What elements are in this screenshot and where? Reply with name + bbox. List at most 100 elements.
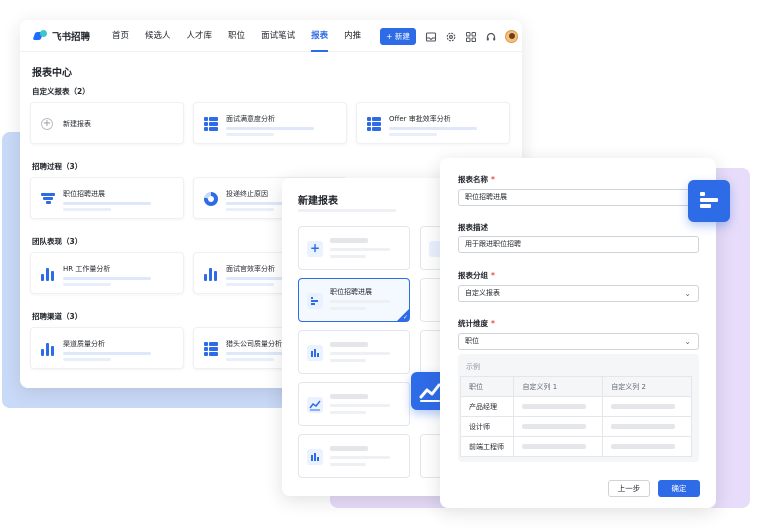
bar-chart-icon [41,267,55,281]
chevron-down-icon: ⌄ [684,289,691,298]
example-label: 示例 [466,363,480,371]
placeholder-line [226,133,274,136]
nav-item-home[interactable]: 首页 [104,20,137,52]
placeholder-line [330,463,366,466]
card-interview-satisfaction[interactable]: 面试满意度分析 [193,102,347,144]
card-channel-quality[interactable]: 渠道质量分析 [30,327,184,369]
placeholder-line [330,255,366,258]
card-title: Offer 审批效率分析 [389,115,451,123]
table-cell: 产品经理 [459,396,515,417]
list-chart-icon [307,293,323,309]
report-desc-input[interactable]: 用于跟进职位招聘 [458,236,699,253]
table-header-row: 职位 自定义列 1 自定义列 2 [459,376,692,397]
card-title: 面试满意度分析 [226,115,275,123]
table-icon [204,117,218,131]
placeholder-line [330,446,368,451]
placeholder-line [63,277,151,280]
table-cell: 前端工程师 [459,436,515,457]
column-header: 职位 [459,376,515,397]
placeholder-line [389,133,437,136]
section-title-channel: 招聘渠道（3） [32,312,83,321]
placeholder-line [330,404,390,407]
previous-step-button[interactable]: 上一步 [608,480,650,497]
report-name-label: 报表名称 * [458,175,495,184]
inbox-icon[interactable] [425,31,437,43]
bar-chart-icon [41,342,55,356]
table-cell-placeholder [602,396,692,417]
table-cell-placeholder [513,416,604,437]
table-cell-placeholder [602,416,692,437]
placeholder-line [330,359,366,362]
placeholder-line [226,283,274,286]
placeholder-line [63,358,111,361]
plus-icon: + [41,118,53,130]
section-title-custom: 自定义报表（2） [32,87,90,96]
card-offer-approval[interactable]: Offer 审批效率分析 [356,102,510,144]
table-cell-placeholder [513,436,604,457]
placeholder-line [330,456,390,459]
main-nav: 首页 候选人 人才库 职位 面试笔试 报表 内推 [104,20,369,52]
table-cell-placeholder [513,396,604,417]
placeholder-line [226,208,274,211]
template-card-job-progress[interactable]: 职位招聘进展 ✓ [298,278,410,322]
line-chart-icon [307,397,323,413]
nav-item-referral[interactable]: 内推 [336,20,369,52]
donut-chart-icon [204,192,218,206]
nav-item-jobs[interactable]: 职位 [220,20,253,52]
section-title-process: 招聘过程（3） [32,162,83,171]
nav-item-interviews[interactable]: 面试笔试 [253,20,303,52]
app-logo-text: 飞书招聘 [52,32,91,43]
report-name-input[interactable]: 职位招聘进展 [458,189,699,206]
new-button[interactable]: + 新建 [380,28,416,45]
nav-item-candidates[interactable]: 候选人 [137,20,179,52]
table-row: 前端工程师 [459,436,692,457]
column-header: 自定义列 2 [602,376,692,397]
placeholder-line [330,248,390,251]
placeholder-line [63,283,111,286]
card-job-progress[interactable]: 职位招聘进展 [30,177,184,219]
table-row: 产品经理 [459,396,692,417]
placeholder-line [226,127,314,130]
placeholder-line [389,127,477,130]
report-group-select[interactable]: 自定义报表 ⌄ [458,285,699,302]
placeholder-line [63,202,151,205]
template-card-bar[interactable] [298,330,410,374]
dimension-label: 统计维度 * [458,319,495,328]
help-headset-icon[interactable] [485,31,497,43]
card-new-report[interactable]: + 新建报表 [30,102,184,144]
new-report-panel: 新建报表 + 职位招聘进展 ✓ [282,178,450,496]
placeholder-line [226,358,274,361]
apps-grid-icon[interactable] [465,31,477,43]
user-avatar[interactable] [505,30,518,43]
confirm-button[interactable]: 确定 [658,480,700,497]
card-title: HR 工作量分析 [63,265,111,273]
card-hr-workload[interactable]: HR 工作量分析 [30,252,184,294]
template-name: 职位招聘进展 [330,288,372,296]
table-cell: 设计师 [459,416,515,437]
report-desc-label: 报表描述 [458,223,488,232]
table-icon [367,117,381,131]
bar-chart-icon [307,449,323,465]
template-card-blank[interactable]: + [298,226,410,270]
bar-chart-icon [307,345,323,361]
nav-item-talent-pool[interactable]: 人才库 [179,20,221,52]
card-title: 猎头公司质量分析 [226,340,282,348]
placeholder-line [330,238,368,243]
example-table: 职位 自定义列 1 自定义列 2 产品经理 设计师 前端工程师 [459,376,692,457]
template-card-bar-2[interactable] [298,434,410,478]
nav-item-reports[interactable]: 报表 [303,20,336,52]
card-title: 投递终止原因 [226,190,268,198]
top-navigation-bar: 飞书招聘 首页 候选人 人才库 职位 面试笔试 报表 内推 + 新建 [20,20,522,52]
dimension-select[interactable]: 职位 ⌄ [458,333,699,350]
funnel-icon [41,192,55,206]
placeholder-line [330,300,390,303]
placeholder-line [330,411,366,414]
card-title: 面试官效率分析 [226,265,275,273]
check-icon: ✓ [402,314,408,321]
settings-icon[interactable] [445,31,457,43]
app-logo[interactable]: 飞书招聘 [34,29,90,43]
column-header: 自定义列 1 [513,376,604,397]
template-card-line[interactable] [298,382,410,426]
table-row: 设计师 [459,416,692,437]
new-report-title: 新建报表 [298,196,338,207]
